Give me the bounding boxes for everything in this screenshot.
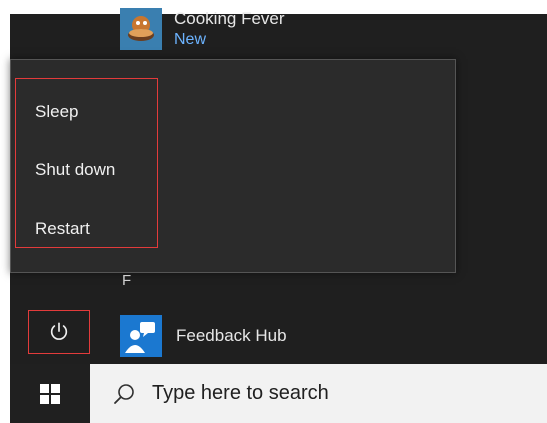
app-item-cooking-fever[interactable]: Cooking Fever New (120, 8, 285, 50)
start-menu: Cooking Fever New Sleep Shut down Restar… (10, 8, 547, 364)
app-item-feedback-hub[interactable]: Feedback Hub (120, 315, 287, 357)
shut-down-option[interactable]: Shut down (35, 160, 115, 180)
taskbar: Type here to search (10, 364, 547, 423)
feedback-hub-icon (120, 315, 162, 357)
section-header-f[interactable]: F (122, 272, 131, 289)
search-placeholder: Type here to search (152, 382, 329, 404)
app-name: Cooking Fever (174, 9, 285, 29)
sleep-option[interactable]: Sleep (35, 102, 78, 122)
search-icon (110, 380, 138, 408)
taskbar-search-box[interactable]: Type here to search (90, 364, 547, 423)
restart-option[interactable]: Restart (35, 219, 90, 239)
power-button[interactable] (28, 310, 90, 354)
power-options-menu: Sleep Shut down Restart (10, 59, 456, 273)
app-status: New (174, 30, 207, 48)
cooking-fever-icon (120, 8, 162, 50)
power-icon (50, 322, 68, 340)
start-button[interactable] (10, 364, 90, 423)
windows-start-icon (40, 383, 60, 404)
app-name: Feedback Hub (176, 326, 287, 345)
